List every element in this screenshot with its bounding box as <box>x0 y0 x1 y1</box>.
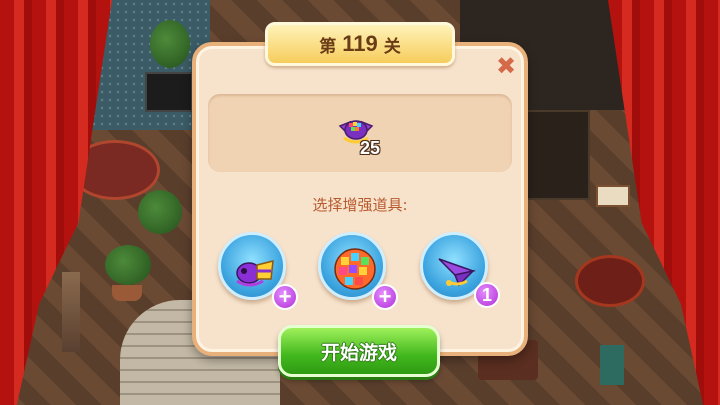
rug <box>575 255 645 307</box>
add-booster-badge[interactable]: + <box>372 284 398 310</box>
level-suffix: 关 <box>383 36 401 57</box>
level-number: 119 <box>342 31 378 56</box>
plant-icon <box>150 20 190 68</box>
add-booster-badge[interactable]: + <box>272 284 298 310</box>
booster-count-badge: 1 <box>474 282 500 308</box>
level-prefix: 第 <box>319 36 337 57</box>
close-icon[interactable]: ✖ <box>494 54 518 78</box>
level-title-banner: 第 119 关 <box>265 22 455 66</box>
booster-prompt: 选择增强道具: <box>312 196 408 214</box>
tv-icon <box>145 72 193 112</box>
start-game-button[interactable]: 开始游戏 <box>278 325 440 377</box>
plant-icon <box>105 245 151 285</box>
book-icon <box>596 185 630 207</box>
cabinet <box>600 345 624 385</box>
plant-icon <box>138 190 182 234</box>
lamp-icon <box>62 272 80 352</box>
goal-count: 25 <box>360 138 381 158</box>
plant-pot <box>112 285 142 301</box>
